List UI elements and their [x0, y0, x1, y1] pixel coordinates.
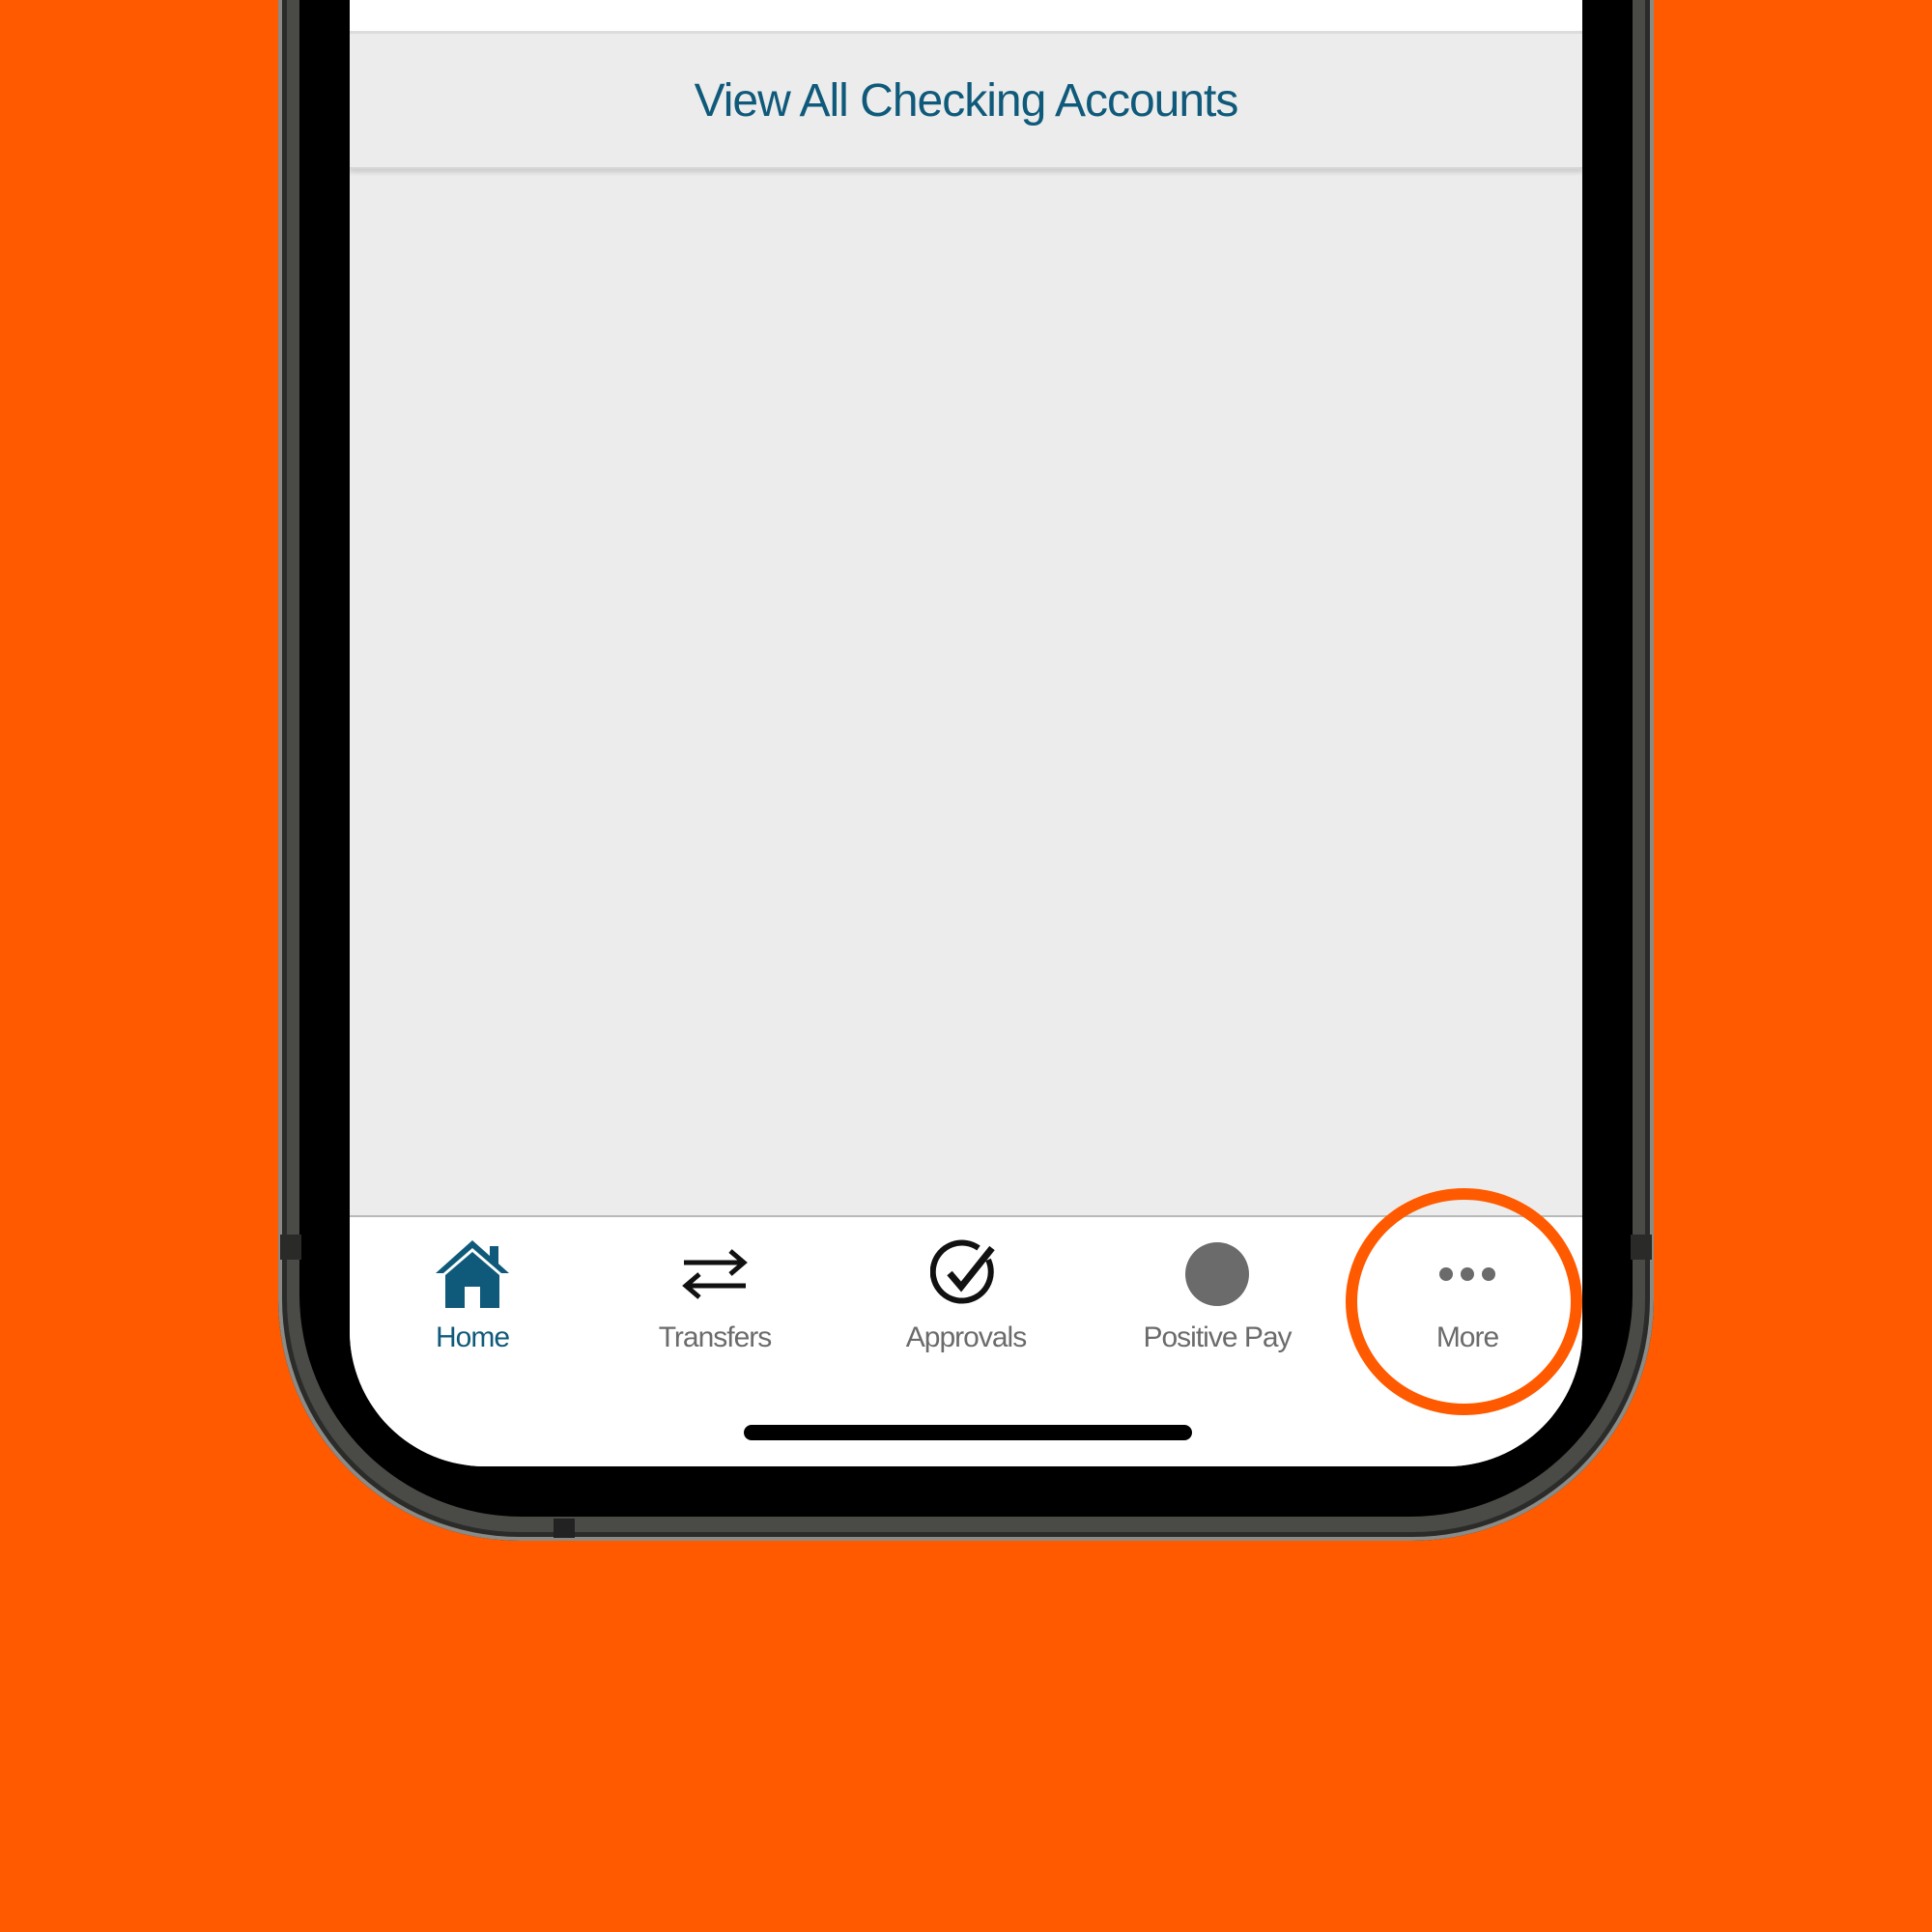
bottom-notch: [554, 1519, 575, 1538]
tab-home[interactable]: Home: [350, 1217, 598, 1381]
home-icon: [429, 1238, 516, 1310]
view-all-checking-accounts-link[interactable]: View All Checking Accounts: [350, 34, 1582, 169]
transfer-arrows-icon: [671, 1238, 758, 1310]
tab-transfers[interactable]: Transfers: [589, 1217, 840, 1381]
tab-positive-pay-label: Positive Pay: [1143, 1321, 1292, 1353]
tab-positive-pay[interactable]: Positive Pay: [1092, 1217, 1343, 1381]
check-circle-icon: [923, 1238, 1009, 1310]
tab-approvals-label: Approvals: [905, 1321, 1027, 1353]
side-button-left: [280, 1235, 301, 1260]
view-all-label: View All Checking Accounts: [694, 74, 1239, 127]
tab-approvals[interactable]: Approvals: [840, 1217, 1092, 1381]
filled-circle-icon: [1174, 1238, 1261, 1310]
tab-transfers-label: Transfers: [658, 1321, 773, 1353]
more-highlight-circle: [1346, 1188, 1582, 1415]
tab-home-label: Home: [435, 1321, 510, 1353]
home-indicator: [744, 1425, 1192, 1440]
side-button-right: [1631, 1235, 1652, 1260]
account-card-bottom-edge: [350, 0, 1582, 34]
